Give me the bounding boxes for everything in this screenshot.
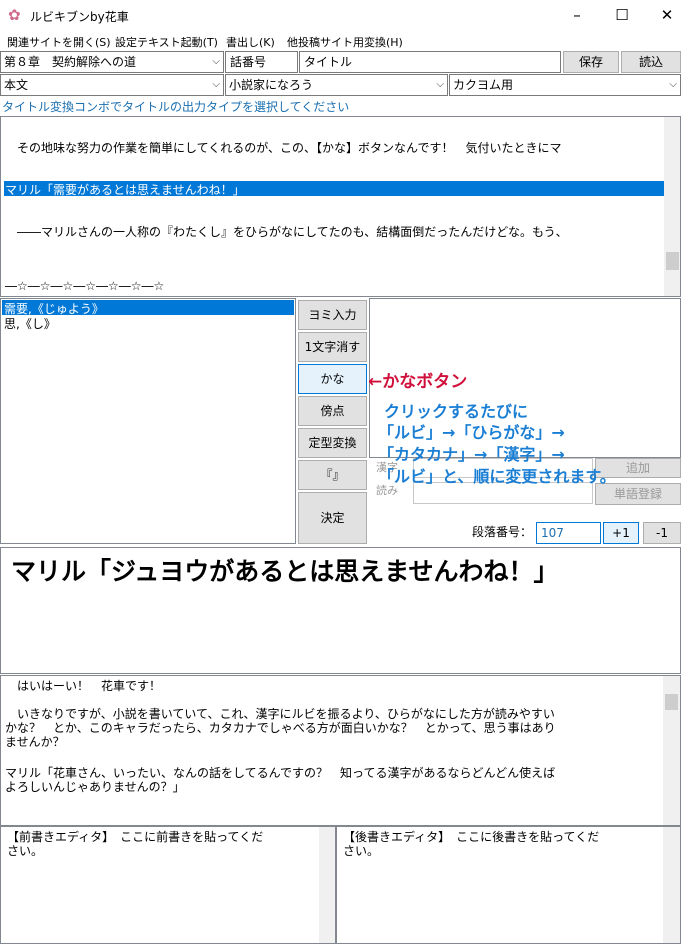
site-combo-value: 小説家になろう	[229, 78, 314, 92]
preview-area: マリル「ジュヨウがあるとは思えませんわね！」	[0, 547, 681, 674]
bracket-button[interactable]: 『』	[298, 460, 367, 490]
bouten-button[interactable]: 傍点	[298, 396, 367, 426]
body-line: よろしいんじゃありませんの？」	[5, 780, 185, 794]
scrollbar-thumb[interactable]	[665, 694, 678, 710]
minimize-button[interactable]: –	[554, 0, 600, 30]
body-type-combo[interactable]: 本文 ⌵	[0, 74, 224, 96]
menu-export[interactable]: 書出し(K)	[226, 34, 275, 50]
body-editor-scrollbar[interactable]	[663, 676, 680, 825]
preface-editor-line: さい。	[7, 844, 44, 858]
main-text-line: ――マリルさんの一人称の『わたくし』をひらがなにしてたのも、結構面倒だったんだけ…	[5, 225, 568, 239]
output-combo[interactable]: カクヨム用 ⌵	[449, 74, 681, 96]
main-text-selected-line: マリル「需要があるとは思えませんわね！」	[5, 183, 245, 197]
chapter-combo[interactable]: 第８章 契約解除への道 ⌵	[0, 51, 224, 73]
afterword-editor[interactable]: 【後書きエディタ】 ここに後書きを貼ってくだ さい。	[336, 826, 681, 944]
body-line: はいはーい！ 花車です！	[5, 679, 162, 693]
annotation-line-2: 「ルビ」→「ひらがな」→	[378, 423, 565, 442]
save-button[interactable]: 保存	[563, 51, 619, 73]
yomi-input-button[interactable]: ヨミ入力	[298, 300, 367, 330]
chevron-down-icon: ⌵	[669, 79, 677, 90]
teikei-convert-button[interactable]: 定型変換	[298, 428, 367, 458]
afterword-editor-line: さい。	[343, 844, 380, 858]
ruby-list[interactable]: 需要,《じゅよう》 思,《し》	[0, 298, 296, 544]
sakura-icon: ✿	[8, 6, 21, 24]
body-type-value: 本文	[4, 78, 29, 92]
load-button[interactable]: 読込	[621, 51, 681, 73]
site-combo[interactable]: 小説家になろう ⌵	[225, 74, 448, 96]
menu-other-site-convert[interactable]: 他投稿サイト用変換(H)	[287, 34, 403, 50]
body-editor[interactable]: はいはーい！ 花車です！ いきなりですが、小説を書いていて、これ、漢字にルビを振…	[0, 675, 681, 826]
menu-related-sites[interactable]: 関連サイトを開く(S)	[7, 34, 111, 50]
plus-one-button[interactable]: +1	[603, 522, 639, 544]
annotation-line-4: 「ルビ」と、順に変更されます。	[378, 467, 616, 486]
main-text-line: その地味な努力の作業を簡単にしてくれるのが、この、【かな】ボタンなんです！ 気付…	[5, 141, 562, 155]
afterword-editor-line: 【後書きエディタ】 ここに後書きを貼ってくだ	[343, 830, 600, 844]
ruby-list-item[interactable]: 思,《し》	[4, 315, 56, 332]
preview-text: マリル「ジュヨウがあるとは思えませんわね！」	[11, 557, 559, 586]
hint-text: タイトル変換コンボでタイトルの出力タイプを選択してください	[2, 100, 350, 114]
main-text-scrollbar[interactable]	[664, 117, 680, 296]
kana-button[interactable]: かな	[298, 364, 367, 394]
paragraph-number-label: 段落番号：	[472, 525, 533, 539]
close-button[interactable]: ✕	[644, 0, 690, 30]
kana-button-annotation: ←かなボタン	[368, 372, 468, 392]
body-line: マリル「花車さん、いったい、なんの話をしてるんですの？ 知ってる漢字があるならど…	[5, 766, 556, 780]
scrollbar-thumb[interactable]	[666, 252, 679, 270]
body-line: ませんか？	[5, 735, 65, 749]
minus-one-button[interactable]: -1	[643, 522, 681, 544]
kettei-button[interactable]: 決定	[298, 492, 367, 544]
chevron-down-icon: ⌵	[212, 79, 220, 90]
maximize-button[interactable]: ☐	[599, 0, 645, 30]
body-line: いきなりですが、小説を書いていて、これ、漢字にルビを振るより、ひらがなにした方が…	[5, 707, 555, 721]
chapter-combo-value: 第８章 契約解除への道	[4, 55, 137, 69]
body-line: かな？ とか、このキャラだったら、カタカナでしゃべる方が面白いかな？ とかって、…	[5, 721, 556, 735]
delete-one-char-button[interactable]: 1文字消す	[298, 332, 367, 362]
preface-editor-scrollbar[interactable]	[319, 827, 335, 943]
main-text-area[interactable]: その地味な努力の作業を簡単にしてくれるのが、この、【かな】ボタンなんです！ 気付…	[0, 116, 681, 297]
afterword-editor-scrollbar[interactable]	[663, 827, 680, 943]
episode-number-field[interactable]: 話番号	[225, 51, 298, 73]
paragraph-number-field[interactable]: 107	[536, 522, 601, 544]
preface-editor-line: 【前書きエディタ】 ここに前書きを貼ってくだ	[7, 830, 264, 844]
chevron-down-icon: ⌵	[212, 56, 220, 67]
menu-settings-text[interactable]: 設定テキスト起動(T)	[115, 34, 218, 50]
chevron-down-icon: ⌵	[436, 79, 444, 90]
menu-bar: 関連サイトを開く(S) 設定テキスト起動(T) 書出し(K) 他投稿サイト用変換…	[0, 31, 691, 51]
window-title: ルビキブンby花車	[30, 10, 129, 24]
annotation-line-3: 「カタカナ」→「漢字」→	[378, 445, 565, 464]
main-text-line: ―☆―☆―☆―☆―☆―☆―☆	[5, 279, 165, 293]
title-field[interactable]: タイトル	[299, 51, 561, 73]
preface-editor[interactable]: 【前書きエディタ】 ここに前書きを貼ってくだ さい。	[0, 826, 336, 944]
output-combo-value: カクヨム用	[453, 78, 514, 92]
title-bar: ✿ ルビキブンby花車 – ☐ ✕	[0, 0, 691, 31]
